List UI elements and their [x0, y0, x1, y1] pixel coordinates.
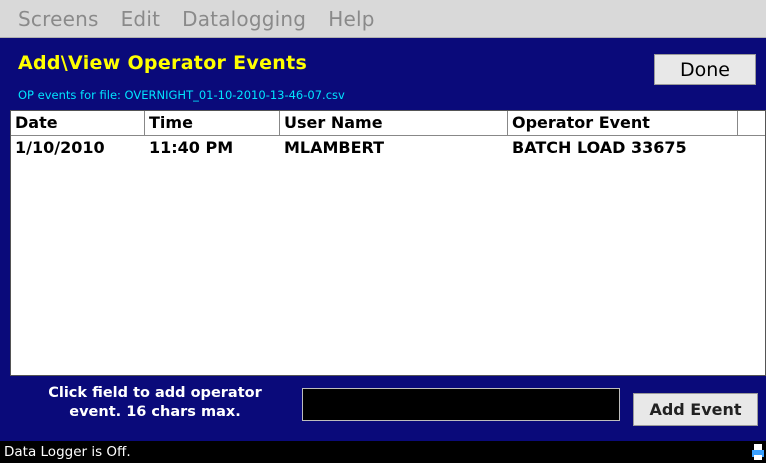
status-bar: Data Logger is Off.	[0, 441, 766, 463]
menu-bar: Screens Edit Datalogging Help	[0, 0, 766, 38]
events-table: Date Time User Name Operator Event 1/10/…	[10, 110, 766, 376]
entry-hint: Click field to add operator event. 16 ch…	[10, 384, 300, 422]
printer-icon[interactable]	[752, 443, 764, 461]
column-header-date[interactable]: Date	[11, 111, 145, 136]
entry-hint-line2: event. 16 chars max.	[69, 404, 241, 420]
column-header-extra	[738, 111, 765, 136]
operator-events-panel: Add\View Operator Events OP events for f…	[10, 38, 766, 441]
menu-datalogging[interactable]: Datalogging	[182, 7, 306, 31]
entry-hint-line1: Click field to add operator	[48, 385, 262, 401]
column-header-user-name[interactable]: User Name	[280, 111, 508, 136]
operator-event-input[interactable]	[302, 388, 620, 421]
cell-date: 1/10/2010	[15, 138, 105, 157]
add-event-button[interactable]: Add Event	[633, 393, 758, 426]
cell-user-name: MLAMBERT	[284, 138, 385, 157]
table-row[interactable]: 1/10/2010 11:40 PM MLAMBERT BATCH LOAD 3…	[11, 136, 765, 160]
column-header-time[interactable]: Time	[145, 111, 280, 136]
done-button[interactable]: Done	[654, 54, 756, 85]
menu-screens[interactable]: Screens	[18, 7, 99, 31]
menu-edit[interactable]: Edit	[121, 7, 161, 31]
cell-time: 11:40 PM	[149, 138, 234, 157]
file-subtitle: OP events for file: OVERNIGHT_01-10-2010…	[18, 88, 345, 102]
column-header-operator-event[interactable]: Operator Event	[508, 111, 738, 136]
table-header: Date Time User Name Operator Event	[11, 111, 765, 136]
status-text: Data Logger is Off.	[4, 444, 131, 460]
menu-help[interactable]: Help	[328, 7, 374, 31]
cell-operator-event: BATCH LOAD 33675	[512, 138, 687, 157]
panel-title: Add\View Operator Events	[18, 52, 308, 74]
